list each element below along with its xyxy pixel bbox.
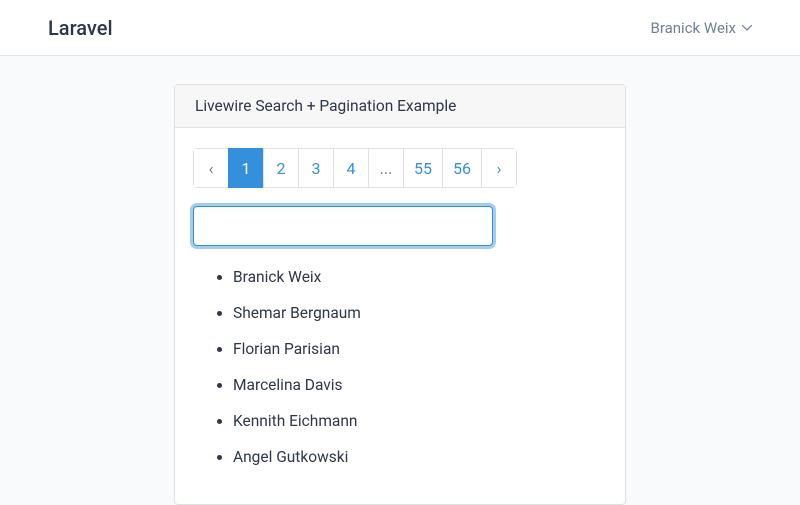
page-number: 4 <box>334 149 368 187</box>
brand[interactable]: Laravel <box>48 16 113 40</box>
chevron-down-icon <box>742 25 752 31</box>
search-input[interactable] <box>193 206 493 246</box>
pagination-page-4[interactable]: 4 <box>333 148 369 188</box>
main-container: Livewire Search + Pagination Example ‹ 1… <box>0 56 800 505</box>
card-header: Livewire Search + Pagination Example <box>175 85 625 128</box>
page-number: 56 <box>443 149 481 187</box>
pagination-page-1[interactable]: 1 <box>228 148 264 188</box>
card-body: ‹ 1 2 3 4 ... 55 <box>175 128 625 504</box>
list-item: Marcelina Davis <box>233 376 607 394</box>
page-number: 2 <box>264 149 298 187</box>
ellipsis: ... <box>369 149 403 187</box>
pagination-page-2[interactable]: 2 <box>263 148 299 188</box>
chevron-right-icon: › <box>482 149 516 187</box>
card-title: Livewire Search + Pagination Example <box>195 97 456 115</box>
chevron-left-icon: ‹ <box>194 149 228 187</box>
list-item: Kennith Eichmann <box>233 412 607 430</box>
card: Livewire Search + Pagination Example ‹ 1… <box>174 84 626 505</box>
pagination-ellipsis: ... <box>368 148 404 188</box>
page-number: 1 <box>229 149 263 187</box>
list-item: Branick Weix <box>233 268 607 286</box>
pagination-prev[interactable]: ‹ <box>193 148 229 188</box>
pagination: ‹ 1 2 3 4 ... 55 <box>193 148 607 188</box>
list-item: Angel Gutkowski <box>233 448 607 466</box>
pagination-page-3[interactable]: 3 <box>298 148 334 188</box>
results-list: Branick Weix Shemar Bergnaum Florian Par… <box>193 268 607 466</box>
list-item: Florian Parisian <box>233 340 607 358</box>
user-dropdown[interactable]: Branick Weix <box>650 19 752 37</box>
pagination-next[interactable]: › <box>481 148 517 188</box>
page-number: 55 <box>404 149 442 187</box>
user-name: Branick Weix <box>650 19 736 37</box>
navbar: Laravel Branick Weix <box>0 0 800 56</box>
pagination-page-56[interactable]: 56 <box>442 148 482 188</box>
page-number: 3 <box>299 149 333 187</box>
pagination-page-55[interactable]: 55 <box>403 148 443 188</box>
list-item: Shemar Bergnaum <box>233 304 607 322</box>
